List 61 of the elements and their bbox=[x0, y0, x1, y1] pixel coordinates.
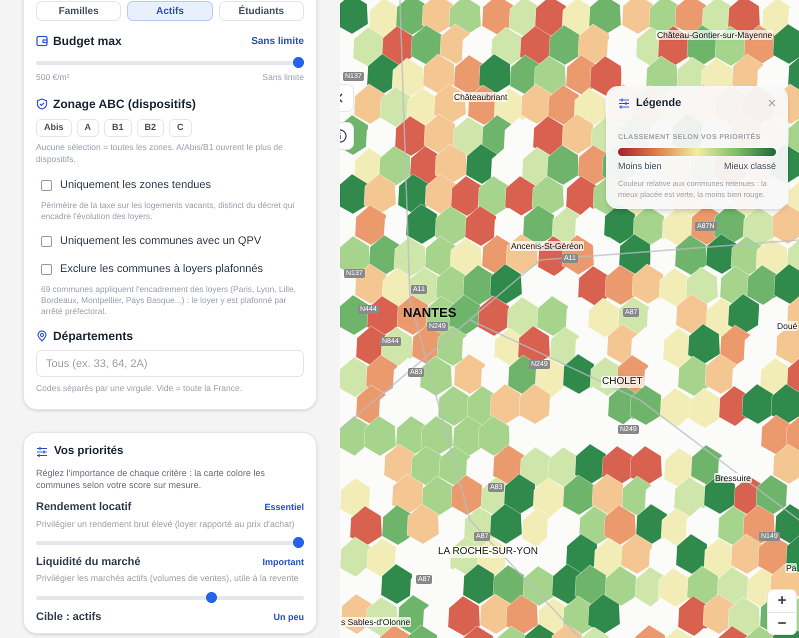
weight-label: Un peu bbox=[274, 610, 304, 624]
checkbox[interactable] bbox=[41, 264, 52, 274]
checkbox-label: Exclure les communes à loyers plafonnés bbox=[60, 262, 263, 277]
scale-low-label: Moins bien bbox=[618, 160, 662, 173]
criterion-name: Cible : actifs bbox=[36, 610, 102, 625]
close-button[interactable] bbox=[768, 99, 776, 108]
shield-icon bbox=[36, 98, 48, 110]
town-label: Doué bbox=[776, 321, 798, 331]
criterion-name: Liquidité du marché bbox=[36, 554, 141, 570]
criterion-description: Privilégier un rendement brut élevé (loyer rapporté au prix d'achat) bbox=[36, 518, 296, 531]
zone-chip[interactable]: A bbox=[76, 118, 100, 137]
section-title: Budget max bbox=[53, 33, 122, 50]
checkbox-label: Uniquement les communes avec un QPV bbox=[60, 234, 262, 250]
location-pin-icon bbox=[36, 330, 48, 342]
hint-text: Codes séparés par une virgule. Vide = toute la France. bbox=[36, 382, 244, 395]
scale-high-label: Mieux classé bbox=[724, 160, 776, 173]
section-title: Vos priorités bbox=[54, 444, 124, 459]
town-label: Pa bbox=[785, 563, 798, 573]
profile-tab[interactable]: Étudiants bbox=[218, 1, 304, 21]
section-title: Départements bbox=[53, 328, 134, 346]
town-label: Château-Gontier-sur-Mayenne bbox=[656, 30, 774, 40]
departments-input-field[interactable]: Tous (ex. 33, 64, 2A) bbox=[36, 350, 304, 378]
budget-value: Sans limite bbox=[251, 34, 304, 48]
checkbox[interactable] bbox=[41, 236, 52, 247]
slider-min-label: 500 €/m² bbox=[36, 71, 70, 84]
town-label: Châteaubriant bbox=[453, 92, 508, 102]
town-label: Ancenis-St-Géréon bbox=[510, 241, 584, 251]
zone-chip[interactable]: Abis bbox=[36, 118, 72, 137]
profile-tab[interactable]: Familles bbox=[36, 1, 122, 21]
slider-max-label: Sans limite bbox=[262, 71, 304, 84]
sliders-icon bbox=[618, 98, 630, 109]
town-label: s Sables-d'Olonne bbox=[340, 617, 412, 627]
slider-thumb[interactable] bbox=[293, 536, 304, 548]
criterion-name: Rendement locatif bbox=[36, 500, 132, 516]
criterion-description: Privilégier les marchés actifs (volumes de ventes), utile à la revente bbox=[36, 572, 300, 586]
zone-chip[interactable]: C bbox=[169, 118, 192, 137]
section-title: Zonage ABC (dispositifs) bbox=[53, 96, 196, 113]
zone-chip[interactable]: B2 bbox=[136, 118, 164, 137]
slider-thumb[interactable] bbox=[293, 57, 304, 68]
close-icon bbox=[768, 99, 776, 108]
checkbox[interactable] bbox=[41, 180, 52, 190]
city-label: CHOLET bbox=[601, 376, 644, 388]
town-label: Bressuire bbox=[714, 473, 752, 483]
weight-label: Essentiel bbox=[264, 501, 304, 514]
zoom-out-button[interactable]: − bbox=[768, 612, 796, 634]
zone-chip[interactable]: B1 bbox=[104, 118, 132, 137]
zoom-in-button[interactable]: + bbox=[768, 590, 796, 612]
profile-tab[interactable]: Actifs bbox=[127, 1, 213, 21]
sliders-icon bbox=[36, 446, 48, 458]
hint-text: 69 communes appliquent l'encadrement des loyers (Paris, Lyon, Lille, Bordeaux, Montpellier, Pays Basque...) : le loyer y est plafonné par arrêté préfectoral. bbox=[40, 284, 297, 318]
checkbox-label: Uniquement les zones tendues bbox=[60, 178, 212, 193]
legend-title: Légende bbox=[636, 96, 682, 111]
city-label: NANTES bbox=[403, 304, 456, 322]
hint-text: Aucune sélection = toutes les zones. A/Abis/B1 ouvrent le plus de dispositifs. bbox=[36, 140, 284, 165]
city-label: LA ROCHE-SUR-YON bbox=[437, 546, 540, 558]
choropleth-map-drawing[interactable] bbox=[340, 0, 799, 638]
slider-thumb[interactable] bbox=[206, 592, 217, 603]
weight-label: Important bbox=[262, 556, 304, 569]
intro-text: Réglez l'importance de chaque critère : la carte colore les communes selon votre score sur mesure. bbox=[36, 467, 266, 492]
wallet-icon bbox=[36, 35, 48, 47]
hint-text: Périmètre de la taxe sur les logements vacants, distinct du décret qui encadre l'évolution des loyers. bbox=[40, 200, 296, 222]
